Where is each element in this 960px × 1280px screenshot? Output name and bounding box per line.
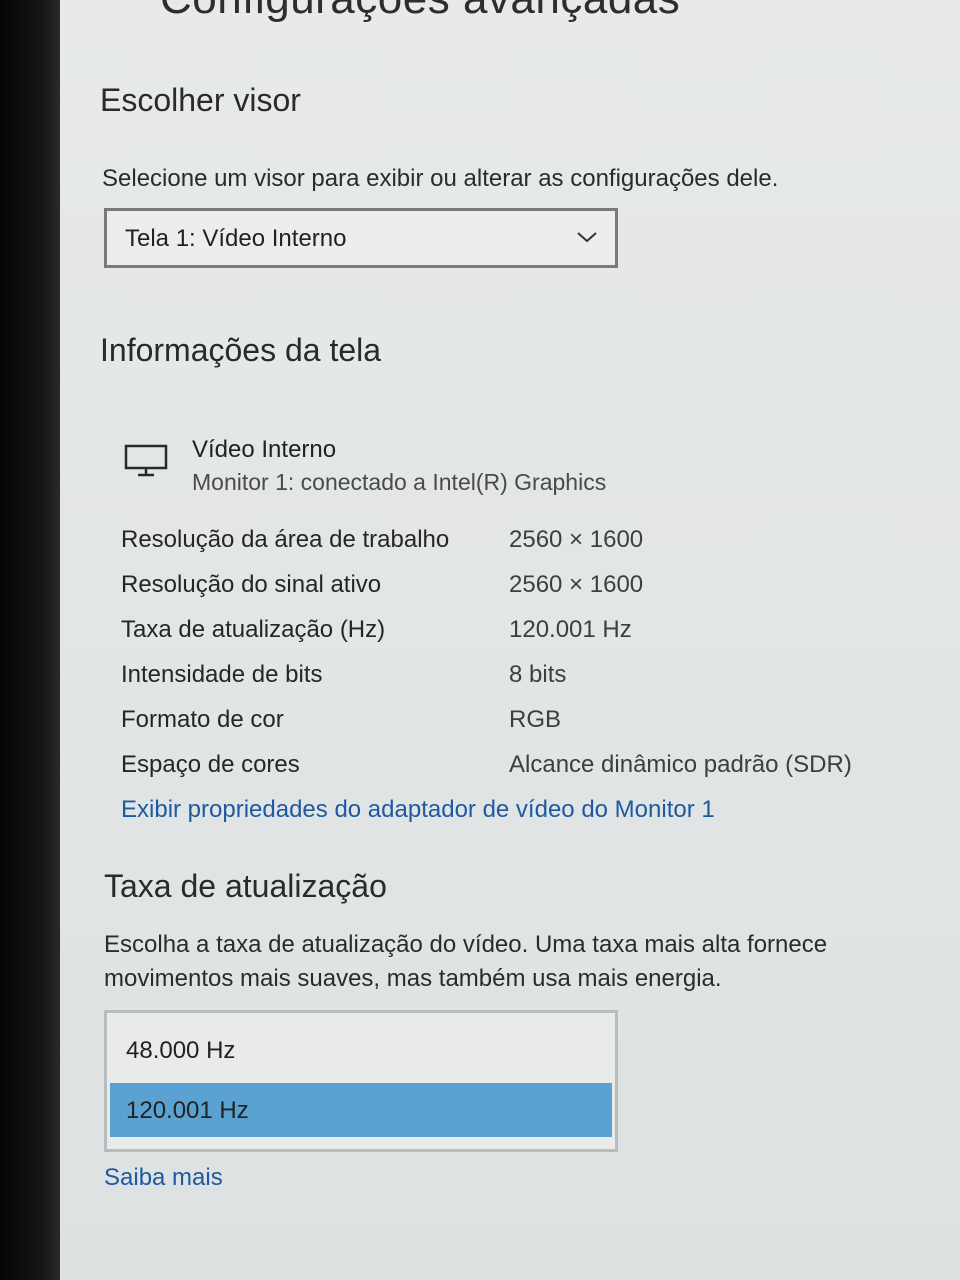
info-value: 120.001 Hz <box>509 616 632 643</box>
refresh-rate-description-line1: Escolha a taxa de atualização do vídeo. … <box>104 931 828 958</box>
display-select-value: Tela 1: Vídeo Interno <box>125 225 347 252</box>
info-row-desktop-resolution: Resolução da área de trabalho 2560 × 160… <box>121 526 921 566</box>
option-label: 120.001 Hz <box>126 1097 249 1124</box>
info-label: Resolução da área de trabalho <box>121 526 450 553</box>
info-label: Formato de cor <box>121 706 284 733</box>
info-row-bit-depth: Intensidade de bits 8 bits <box>121 661 921 701</box>
device-name: Vídeo Interno <box>192 436 337 463</box>
refresh-rate-list[interactable]: 48.000 Hz 120.001 Hz <box>104 1010 618 1152</box>
info-row-refresh-rate: Taxa de atualização (Hz) 120.001 Hz <box>121 616 921 656</box>
page-title: Configurações avançadas <box>160 0 680 24</box>
display-select[interactable]: Tela 1: Vídeo Interno <box>104 208 618 268</box>
info-value: 2560 × 1600 <box>509 526 644 553</box>
refresh-rate-option-48[interactable]: 48.000 Hz <box>110 1023 612 1077</box>
monitor-bezel <box>0 0 60 1280</box>
monitor-icon <box>124 444 168 477</box>
info-row-active-signal-resolution: Resolução do sinal ativo 2560 × 1600 <box>121 571 921 611</box>
option-label: 48.000 Hz <box>126 1037 236 1064</box>
choose-display-heading: Escolher visor <box>100 82 301 118</box>
learn-more-link[interactable]: Saiba mais <box>104 1164 223 1192</box>
chevron-down-icon <box>577 232 597 243</box>
choose-display-description: Selecione um visor para exibir ou altera… <box>102 165 779 192</box>
info-label: Intensidade de bits <box>121 661 323 688</box>
refresh-rate-heading: Taxa de atualização <box>104 868 387 904</box>
info-label: Espaço de cores <box>121 751 300 778</box>
info-label: Taxa de atualização (Hz) <box>121 616 386 643</box>
refresh-rate-description-line2: movimentos mais suaves, mas também usa m… <box>104 965 722 992</box>
settings-page: Configurações avançadas Escolher visor S… <box>60 0 960 1280</box>
info-value: 2560 × 1600 <box>509 571 644 598</box>
display-info-heading: Informações da tela <box>100 332 382 368</box>
info-value: Alcance dinâmico padrão (SDR) <box>509 751 852 778</box>
refresh-rate-option-120[interactable]: 120.001 Hz <box>110 1083 612 1137</box>
info-row-color-space: Espaço de cores Alcance dinâmico padrão … <box>121 751 921 791</box>
info-label: Resolução do sinal ativo <box>121 571 382 598</box>
device-subtitle: Monitor 1: conectado a Intel(R) Graphics <box>192 469 607 495</box>
info-value: RGB <box>509 706 562 733</box>
info-row-color-format: Formato de cor RGB <box>121 706 921 746</box>
adapter-properties-link[interactable]: Exibir propriedades do adaptador de víde… <box>121 796 715 824</box>
info-value: 8 bits <box>509 661 567 688</box>
